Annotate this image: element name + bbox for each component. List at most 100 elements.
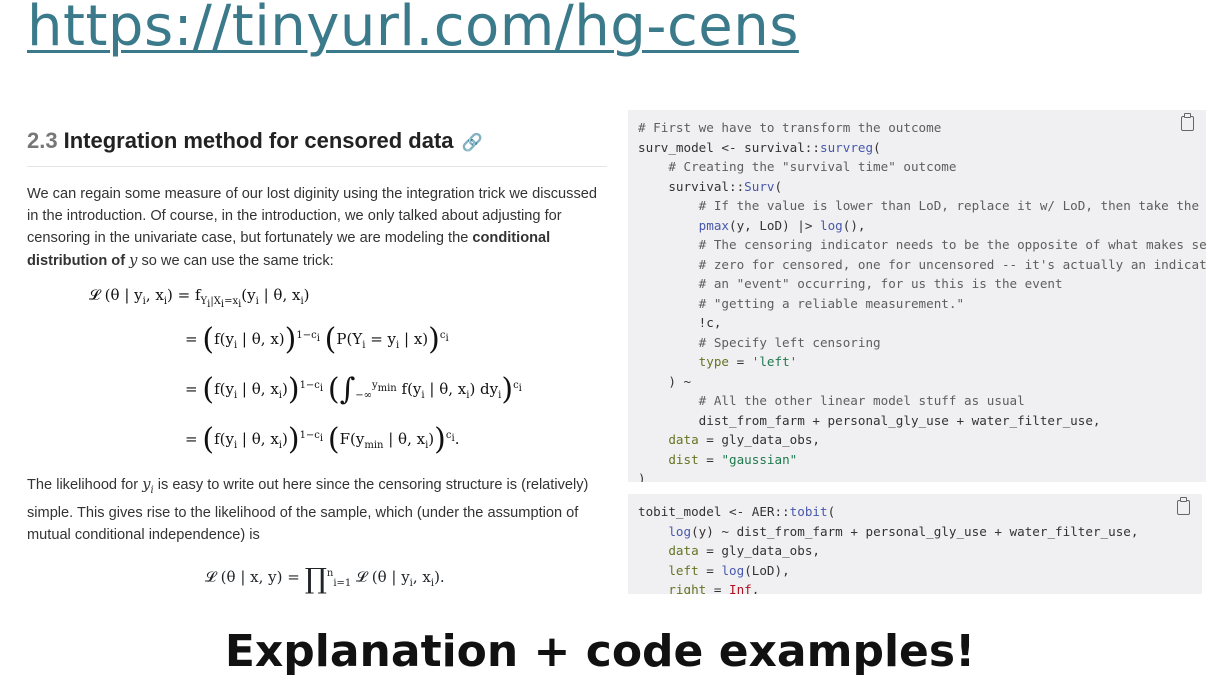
code-line: # zero for censored, one for uncensored … <box>638 255 1206 275</box>
code-token: (LoD), <box>744 562 790 578</box>
code-token: dist <box>668 451 699 467</box>
code-block-survreg: # First we have to transform the outcome… <box>628 110 1206 482</box>
intro-tail: so we can use the same trick: <box>141 252 334 269</box>
code-token: log <box>820 217 843 233</box>
code-line: !c, <box>638 313 1206 333</box>
code-token: (y) ~ dist_from_farm + personal_gly_use … <box>691 523 1139 539</box>
code-token: ) ~ <box>638 373 692 389</box>
code-token: ( <box>827 504 836 519</box>
code-token: # First we have to transform the outcome <box>638 120 942 135</box>
code-token: right <box>668 582 707 594</box>
code-token: data <box>668 543 699 558</box>
code-token: = gly_data_obs, <box>698 543 821 558</box>
code-token: ( <box>873 139 881 155</box>
code-token: Inf <box>729 582 752 594</box>
code-line: log(y) ~ dist_from_farm + personal_gly_u… <box>638 522 1202 542</box>
code-token: ( <box>774 178 783 194</box>
code-line: data = gly_data_obs, <box>638 430 1206 450</box>
code-line: survival::Surv( <box>638 177 1206 197</box>
code-token: dist_from_farm + personal_gly_use + wate… <box>638 412 1101 428</box>
code-line: # All the other linear model stuff as us… <box>638 391 1206 411</box>
code-token: = <box>698 562 722 578</box>
code-lines: tobit_model <- AER::tobit( log(y) ~ dist… <box>638 502 1202 594</box>
code-token: # If the value is lower than LoD, replac… <box>638 198 1206 213</box>
code-line: ) ~ <box>638 372 1206 392</box>
code-token: = gly_data_obs, <box>698 432 821 447</box>
code-line: # Creating the "survival time" outcome <box>638 157 1206 177</box>
code-token: = <box>698 451 722 467</box>
article-section: 2.3 Integration method for censored data 🔗… <box>27 128 607 595</box>
code-token: Surv <box>744 178 775 194</box>
section-title: Integration method for censored data <box>63 128 454 153</box>
code-token: log <box>668 523 692 539</box>
code-token: !c, <box>638 315 722 330</box>
code-token: survreg <box>819 139 874 155</box>
code-token: (), <box>842 217 866 233</box>
lik-math-y: yi <box>142 476 154 496</box>
eq-line-2: = (f(yi | θ, x))1−ci (P(Yi = yi | x))ci <box>185 321 449 357</box>
code-token: tobit_model <- AER:: <box>638 504 790 519</box>
code-token: survival:: <box>638 178 745 194</box>
code-line: # First we have to transform the outcome <box>638 118 1206 138</box>
code-line: # If the value is lower than LoD, replac… <box>638 196 1206 216</box>
tinyurl-link[interactable]: https://tinyurl.com/hg-cens <box>27 0 799 59</box>
code-line: dist = "gaussian" <box>638 450 1206 470</box>
code-token: # Specify left censoring <box>638 334 881 350</box>
eq-line-1: 𝓛 (θ | yi, xi) = fYi|Xi=xi(yi | θ, xi) <box>89 285 310 310</box>
code-token: pmax <box>698 217 730 233</box>
code-token: # Creating the "survival time" outcome <box>638 159 957 174</box>
code-token: = <box>729 354 752 369</box>
lik-math-y-sub: i <box>150 484 154 496</box>
code-block-tobit: tobit_model <- AER::tobit( log(y) ~ dist… <box>628 494 1202 594</box>
code-line: ) <box>638 469 1206 482</box>
code-line: dist_from_farm + personal_gly_use + wate… <box>638 411 1206 431</box>
code-line: data = gly_data_obs, <box>638 541 1202 561</box>
code-line: # The censoring indicator needs to be th… <box>638 235 1206 255</box>
intro-paragraph: We can regain some measure of our lost d… <box>27 183 607 272</box>
code-token: type <box>698 354 730 369</box>
code-token: # The censoring indicator needs to be th… <box>638 237 1206 252</box>
section-heading: 2.3 Integration method for censored data 🔗 <box>27 128 607 167</box>
code-token: , <box>751 582 760 594</box>
likelihood-paragraph: The likelihood for yi is easy to write o… <box>27 474 607 547</box>
code-token: data <box>668 432 699 447</box>
code-token: # an "event" occurring, for us this is t… <box>638 276 1063 291</box>
link-icon[interactable]: 🔗 <box>462 133 483 152</box>
clipboard-icon[interactable] <box>1177 497 1190 515</box>
code-line: # Specify left censoring <box>638 333 1206 353</box>
code-line: pmax(y, LoD) |> log(), <box>638 216 1206 236</box>
code-token: (y, LoD) |> <box>729 217 821 233</box>
lik-text-pre: The likelihood for <box>27 476 139 493</box>
code-token: surv_model <- survival:: <box>638 139 820 155</box>
eq-line-4: = (f(yi | θ, xi))1−ci (F(ymin | θ, xi))c… <box>185 421 460 457</box>
clipboard-icon[interactable] <box>1181 113 1194 131</box>
intro-math-y: y <box>129 251 138 269</box>
code-lines: # First we have to transform the outcome… <box>638 118 1206 482</box>
code-line: tobit_model <- AER::tobit( <box>638 502 1202 522</box>
code-token: left <box>668 562 699 578</box>
code-token: log <box>721 562 745 578</box>
code-token: "gaussian" <box>721 451 798 467</box>
code-token: 'left' <box>751 354 798 369</box>
eq-line-3: = (f(yi | θ, xi))1−ci (∫−∞ymin f(yi | θ,… <box>185 371 522 407</box>
likelihood-equation: 𝓛 (θ | yi, xi) = fYi|Xi=xi(yi | θ, xi) =… <box>27 284 607 460</box>
code-line: # "getting a reliable measurement." <box>638 294 1206 314</box>
code-line: left = log(LoD), <box>638 561 1202 581</box>
code-token: # "getting a reliable measurement." <box>638 295 965 311</box>
code-token: ) <box>638 471 646 482</box>
section-number: 2.3 <box>27 128 58 153</box>
code-line: surv_model <- survival::survreg( <box>638 138 1206 158</box>
footer-caption: Explanation + code examples! <box>224 626 976 677</box>
code-line: type = 'left' <box>638 352 1206 372</box>
code-token: tobit <box>789 504 828 519</box>
code-line: right = Inf, <box>638 580 1202 594</box>
code-token: = <box>706 582 730 594</box>
